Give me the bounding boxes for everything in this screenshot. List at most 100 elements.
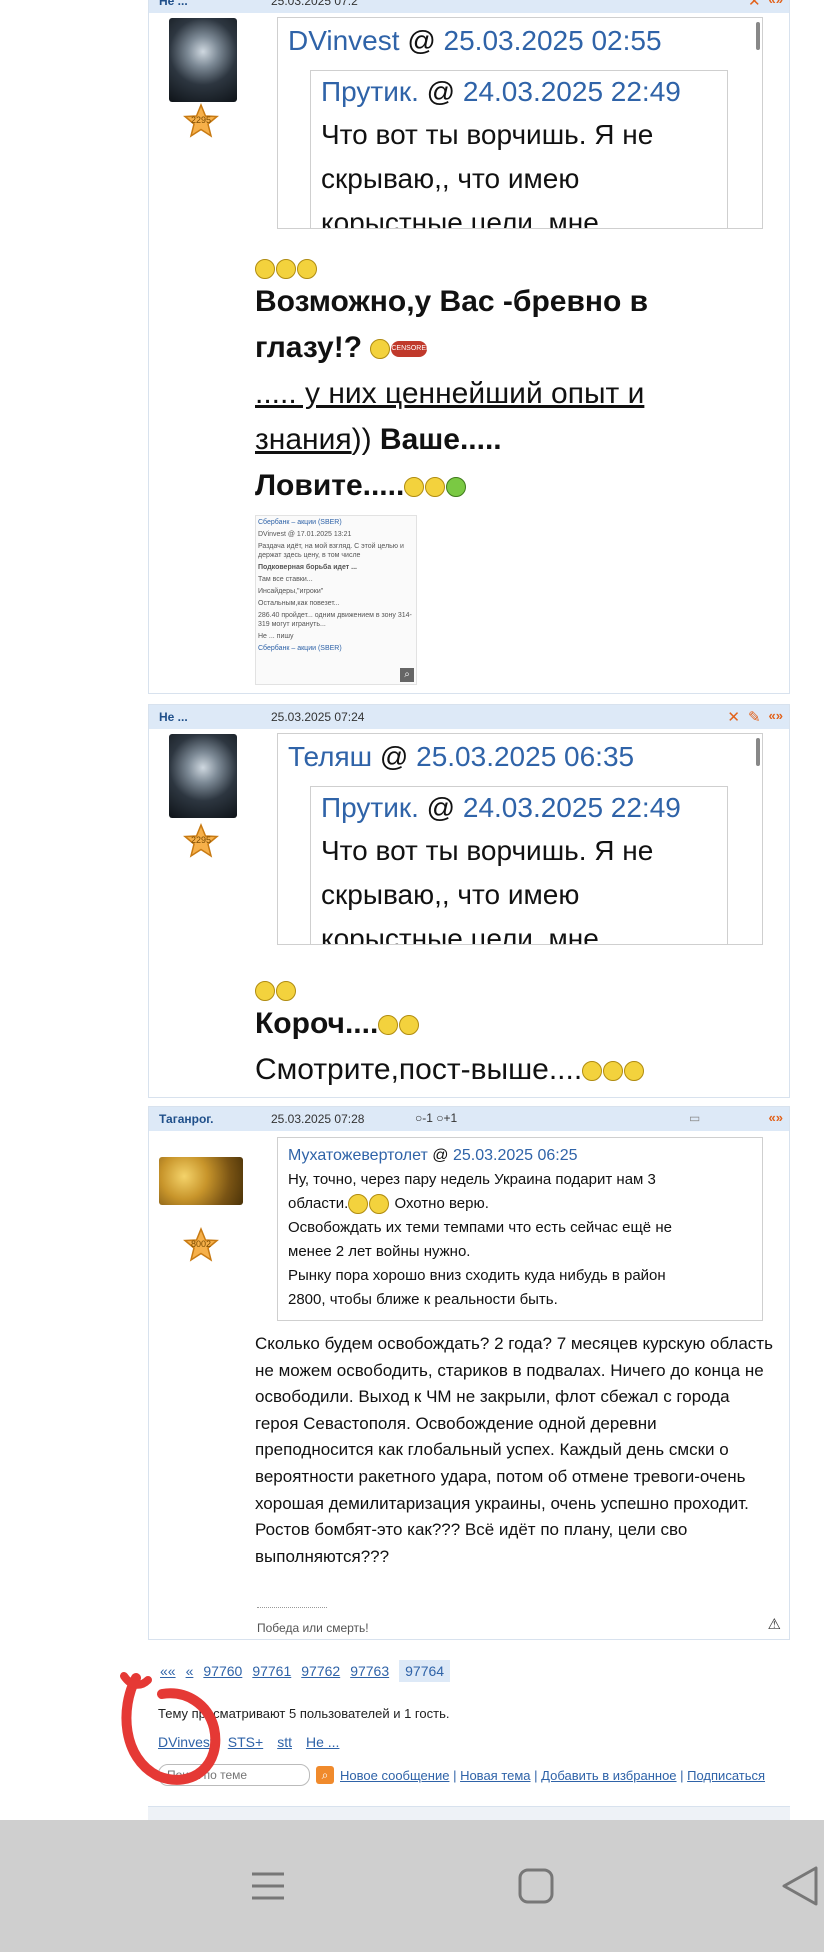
thumbnail-line: 286.40 пройдет... одним движением в зону…: [258, 612, 412, 628]
quote-line-wrap: области. Охотно верю.: [288, 1192, 752, 1216]
scrollbar[interactable]: [756, 22, 760, 50]
quote-header: Мухатожевертолет @ 25.03.2025 06:25: [288, 1147, 578, 1164]
report-icon[interactable]: ⚠: [768, 1615, 781, 1633]
page-link[interactable]: 97761: [252, 1663, 291, 1679]
smiley-row: [255, 981, 775, 1001]
nested-quote-block: Прутик. @ 24.03.2025 22:49 Что вот ты во…: [310, 786, 728, 944]
post-author[interactable]: Таганрог.: [159, 1112, 213, 1126]
quote-date[interactable]: 25.03.2025 02:55: [444, 25, 662, 56]
quote-line: Охотно верю.: [390, 1195, 489, 1212]
nested-quote-date[interactable]: 24.03.2025 22:49: [463, 792, 681, 823]
smiley-icon: [348, 1194, 369, 1215]
body-line-wrap: Смотрите,пост-выше....: [255, 1047, 775, 1093]
smiley-icon: [255, 981, 275, 1001]
viewer-link[interactable]: STS+: [228, 1734, 263, 1750]
zoom-icon[interactable]: ⌕: [400, 668, 414, 682]
thumbnail-text: Сбербанк – акции (SBER) DVinvest @ 17.01.…: [258, 518, 414, 653]
smiley-icon: [255, 259, 275, 279]
recent-apps-icon[interactable]: [244, 1862, 292, 1910]
viewer-link[interactable]: Не ...: [306, 1734, 339, 1750]
quote-icon[interactable]: «»: [769, 708, 783, 726]
quote-block: Теляш @ 25.03.2025 06:35 Прутик. @ 24.03…: [277, 733, 763, 945]
censored-icon: CENSORED: [391, 341, 431, 358]
page-link[interactable]: 97763: [350, 1663, 389, 1679]
body-text: )): [351, 423, 380, 456]
quote-text: Ну, точно, через пару недель Украина под…: [288, 1168, 752, 1312]
scrollbar[interactable]: [756, 738, 760, 766]
post-header: Таганрог. 25.03.2025 07:28 ○-1 ○+1 ▭ «»: [149, 1107, 789, 1131]
quote-block: DVinvest @ 25.03.2025 02:55 Прутик. @ 24…: [277, 17, 763, 229]
smiley-row: [255, 259, 775, 279]
nested-quote-author[interactable]: Прутик.: [321, 76, 419, 107]
body-line: Ловите.....: [255, 469, 405, 502]
new-topic-link[interactable]: Новая тема: [460, 1768, 530, 1783]
delete-icon[interactable]: ✕: [748, 0, 761, 10]
avatar[interactable]: [169, 734, 237, 818]
new-message-link[interactable]: Новое сообщение: [340, 1768, 449, 1783]
smiley-icon: [276, 981, 296, 1001]
nested-quote-author[interactable]: Прутик.: [321, 792, 419, 823]
smiley-icon: [425, 477, 446, 498]
back-icon[interactable]: [776, 1862, 824, 1910]
forum-page: Не ... 25.03.2025 07:2 ✕ «» 2295 DVinves…: [0, 0, 824, 1821]
quote-date[interactable]: 25.03.2025 06:35: [416, 741, 634, 772]
rank-star-icon: 8002: [183, 1227, 219, 1263]
post-header: Не ... 25.03.2025 07:24 ✕ ✎ «»: [149, 705, 789, 729]
thumbnail-line: Раздача идёт, на мой взгляд. С этой цель…: [258, 543, 404, 559]
quote-line: области.: [288, 1195, 349, 1212]
quote-line: Освобождать их теми темпами что есть сей…: [288, 1219, 672, 1236]
post-date: 25.03.2025 07:24: [271, 710, 365, 724]
quote-icon[interactable]: «»: [769, 0, 783, 10]
nested-quote-date[interactable]: 24.03.2025 22:49: [463, 76, 681, 107]
quote-header: DVinvest @ 25.03.2025 02:55: [288, 25, 662, 56]
rank-value: 2295: [190, 115, 212, 125]
vote-plus-label: +1: [443, 1111, 458, 1125]
post-date: 25.03.2025 07:2: [271, 0, 358, 8]
quote-line: 2800, чтобы ближе к реальности быть.: [288, 1291, 558, 1308]
smiley-icon: [603, 1061, 624, 1082]
body-line: Возможно,у Вас -бревно в: [255, 285, 649, 318]
quote-author[interactable]: DVinvest: [288, 25, 400, 56]
body-line-wrap: Короч....: [255, 1001, 775, 1047]
subscribe-link[interactable]: Подписаться: [687, 1768, 765, 1783]
smiley-icon: [378, 1015, 399, 1036]
image-thumbnail[interactable]: Сбербанк – акции (SBER) DVinvest @ 17.01.…: [255, 515, 417, 685]
quote-line: Рынку пора хорошо вниз сходить куда нибу…: [288, 1267, 666, 1284]
body-line: ..... у них ценнейший опыт и: [255, 377, 645, 410]
body-line-wrap: Ловите.....: [255, 463, 775, 509]
nested-quote-header: Прутик. @ 24.03.2025 22:49: [321, 76, 681, 107]
post-date: 25.03.2025 07:28: [271, 1112, 365, 1126]
page-link[interactable]: 97762: [301, 1663, 340, 1679]
avatar[interactable]: [159, 1157, 243, 1205]
avatar[interactable]: [169, 18, 237, 102]
quote-date[interactable]: 25.03.2025 06:25: [453, 1147, 578, 1164]
forum-post: Не ... 25.03.2025 07:24 ✕ ✎ «» 2295 Теля…: [148, 704, 790, 1098]
smiley-icon: [404, 477, 425, 498]
thumbnail-line: Сбербанк – акции (SBER): [258, 519, 342, 526]
post-actions: ✕ ✎ «»: [727, 708, 783, 726]
smiley-icon: [399, 1015, 420, 1036]
search-icon[interactable]: ⌕: [316, 1766, 334, 1784]
body-line: Короч....: [255, 1007, 379, 1040]
thumbnail-line: Там все ставки...: [258, 576, 313, 583]
home-icon[interactable]: [512, 1862, 560, 1910]
body-line-wrap: глазу!? CENSORED: [255, 325, 775, 371]
quote-icon[interactable]: «»: [769, 1110, 783, 1125]
post-author[interactable]: Не ...: [159, 710, 188, 724]
thumbnail-line: Подковерная борьба идет ...: [258, 564, 357, 571]
vote-plus-radio[interactable]: ○: [436, 1111, 443, 1125]
quote-author[interactable]: Теляш: [288, 741, 372, 772]
quote-author[interactable]: Мухатожевертолет: [288, 1147, 428, 1164]
edit-icon[interactable]: ✎: [748, 708, 761, 726]
body-line: глазу!?: [255, 331, 363, 364]
delete-icon[interactable]: ✕: [727, 708, 740, 726]
message-icon[interactable]: ▭: [689, 1111, 700, 1125]
add-favorite-link[interactable]: Добавить в избранное: [541, 1768, 676, 1783]
body-underlined: знания: [255, 423, 352, 456]
quote-block: Мухатожевертолет @ 25.03.2025 06:25 Ну, …: [277, 1137, 763, 1321]
post-body-text: Сколько будем освобождать? 2 года? 7 мес…: [255, 1334, 773, 1566]
viewer-link[interactable]: stt: [277, 1734, 292, 1750]
rank-value: 2295: [190, 835, 212, 845]
quote-line: менее 2 лет войны нужно.: [288, 1243, 471, 1260]
post-author[interactable]: Не ...: [159, 0, 188, 8]
